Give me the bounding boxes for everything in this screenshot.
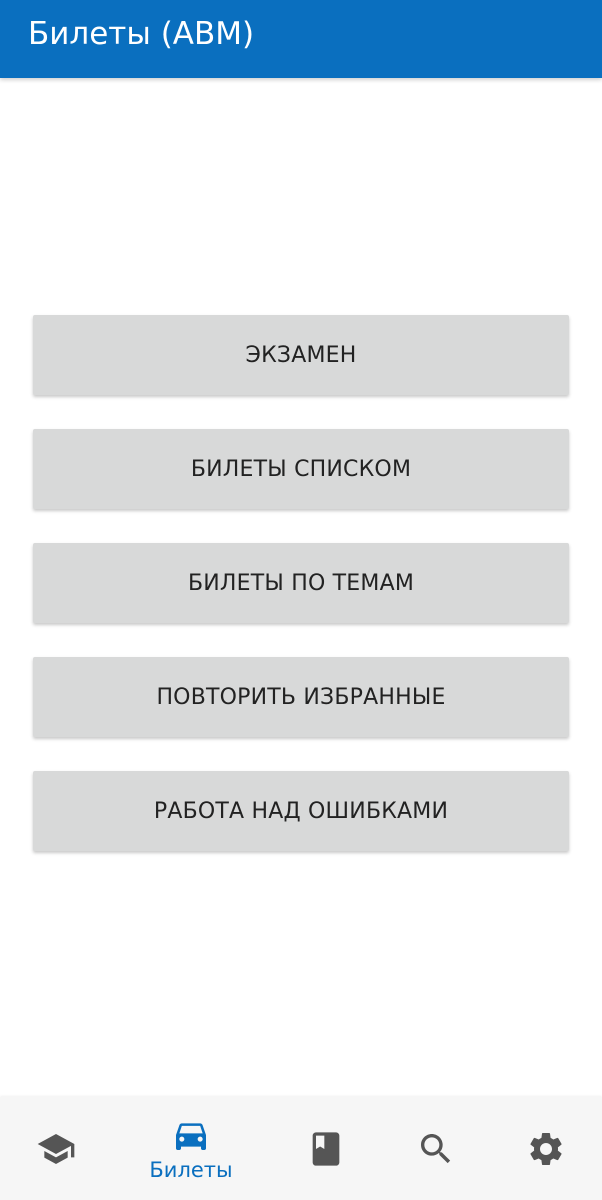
gear-icon	[526, 1129, 566, 1169]
repeat-favorites-button-label: ПОВТОРИТЬ ИЗБРАННЫЕ	[156, 684, 446, 710]
bottom-navigation: Билеты	[0, 1097, 602, 1200]
nav-label-tickets: Билеты	[149, 1157, 233, 1182]
nav-item-book[interactable]	[271, 1097, 381, 1200]
nav-item-search[interactable]	[381, 1097, 491, 1200]
exam-button[interactable]: ЭКЗАМЕН	[33, 315, 569, 395]
app-title: Билеты (ABM)	[28, 16, 255, 52]
car-icon	[171, 1115, 211, 1155]
graduation-cap-icon	[36, 1129, 76, 1169]
book-icon	[306, 1129, 346, 1169]
tickets-list-button[interactable]: БИЛЕТЫ СПИСКОМ	[33, 429, 569, 509]
repeat-favorites-button[interactable]: ПОВТОРИТЬ ИЗБРАННЫЕ	[33, 657, 569, 737]
tickets-list-button-label: БИЛЕТЫ СПИСКОМ	[190, 456, 412, 482]
search-icon	[416, 1129, 456, 1169]
app-bar: Билеты (ABM)	[0, 0, 602, 78]
nav-item-learning[interactable]	[1, 1097, 111, 1200]
tickets-by-topic-button[interactable]: БИЛЕТЫ ПО ТЕМАМ	[33, 543, 569, 623]
mistakes-review-button[interactable]: РАБОТА НАД ОШИБКАМИ	[33, 771, 569, 851]
nav-item-tickets[interactable]: Билеты	[136, 1097, 246, 1200]
exam-button-label: ЭКЗАМЕН	[245, 342, 357, 368]
app-screen: Билеты (ABM) ЭКЗАМЕН БИЛЕТЫ СПИСКОМ БИЛЕ…	[0, 0, 602, 1200]
mistakes-review-button-label: РАБОТА НАД ОШИБКАМИ	[153, 798, 449, 824]
nav-item-settings[interactable]	[491, 1097, 601, 1200]
tickets-by-topic-button-label: БИЛЕТЫ ПО ТЕМАМ	[187, 570, 415, 596]
